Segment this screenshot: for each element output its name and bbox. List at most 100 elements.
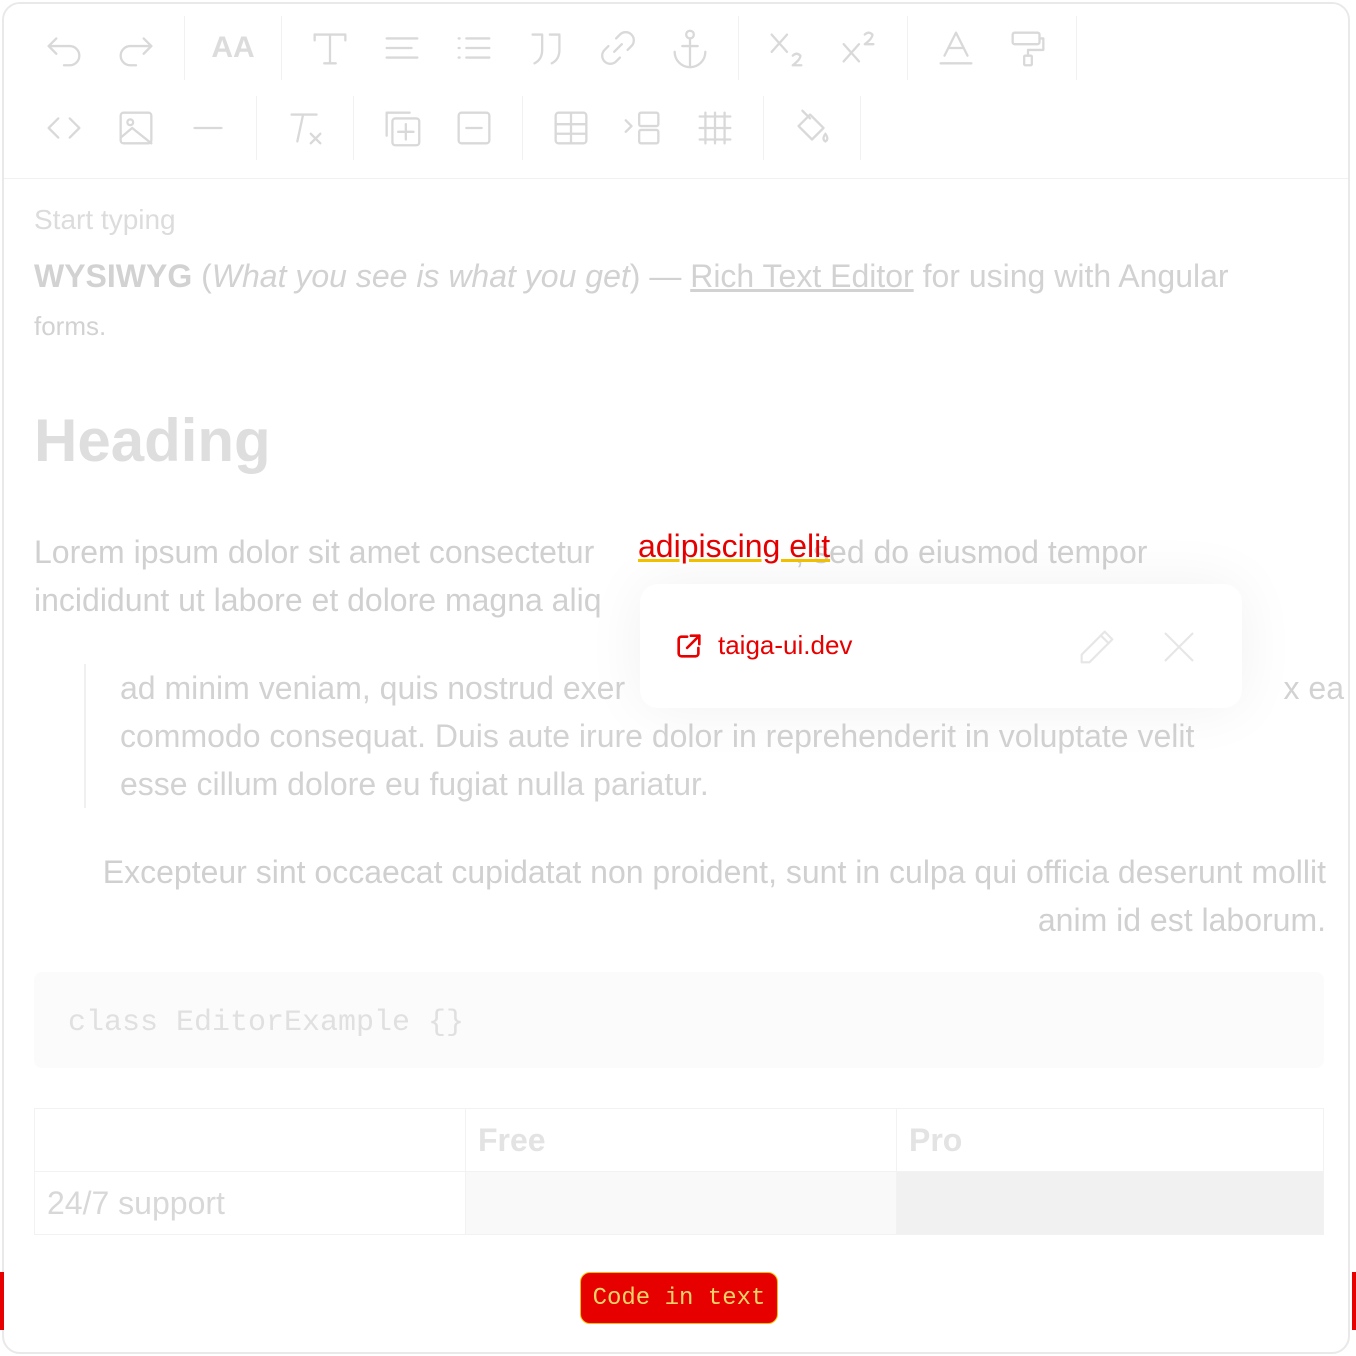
align-button[interactable] [366, 16, 438, 80]
pricing-table: Free Pro 24/7 support [34, 1108, 1324, 1235]
popup-url-text: taiga-ui.dev [718, 630, 853, 660]
text-style-icon [313, 33, 347, 65]
row-insert-icon [624, 111, 660, 145]
table-row: 24/7 support [34, 1171, 1324, 1235]
list-button[interactable] [438, 16, 510, 80]
edge-marker-right [1352, 1272, 1356, 1330]
text-color-icon [939, 31, 973, 65]
toolbar-divider [353, 96, 354, 160]
redo-button[interactable] [100, 16, 172, 80]
table-header-cell [34, 1108, 466, 1172]
para-line2: incididunt ut labore et dolore magna ali… [34, 582, 602, 618]
insert-table-button[interactable] [535, 96, 607, 160]
remove-group-button[interactable] [438, 96, 510, 160]
anchor-icon [673, 29, 707, 69]
column-insert-button[interactable] [679, 96, 751, 160]
edge-marker-left [0, 1272, 4, 1330]
intro-rest: for using with Angular [913, 258, 1229, 294]
intro-paragraph: WYSIWYG (What you see is what you get) —… [34, 252, 1324, 350]
insert-group-button[interactable] [366, 96, 438, 160]
right-aligned-paragraph: Excepteur sint occaecat cupidatat non pr… [102, 854, 1326, 938]
link-icon [601, 31, 635, 65]
minus-square-icon [457, 111, 491, 145]
toolbar-divider [860, 96, 861, 160]
intro-bold: WYSIWYG [34, 258, 193, 294]
code-button[interactable] [28, 96, 100, 160]
toolbar-divider [184, 16, 185, 80]
close-icon [1164, 632, 1194, 662]
font-style-button[interactable] [294, 16, 366, 80]
toolbar-divider [738, 16, 739, 80]
toolbar-row-2 [28, 96, 873, 160]
code-in-text-pill: Code in text [580, 1272, 778, 1324]
horizontal-rule-button[interactable] [172, 96, 244, 160]
table-header-cell: Free [465, 1108, 897, 1172]
undo-icon [47, 37, 81, 67]
popup-url-link[interactable]: taiga-ui.dev [674, 630, 852, 661]
font-size-button[interactable]: AA [197, 16, 269, 80]
intro-link[interactable]: Rich Text Editor [690, 258, 914, 294]
intro-open: ( [192, 258, 212, 294]
clear-format-icon [290, 113, 322, 145]
image-icon [119, 111, 153, 145]
cell-color-button[interactable] [776, 96, 848, 160]
clear-format-button[interactable] [269, 96, 341, 160]
redo-icon [119, 37, 153, 67]
toolbar-divider [1076, 16, 1077, 80]
undo-button[interactable] [28, 16, 100, 80]
toolbar-divider [763, 96, 764, 160]
table-cell [896, 1171, 1324, 1235]
code-icon [47, 117, 81, 139]
font-size-icon: AA [211, 31, 255, 64]
edit-link-button[interactable] [1074, 624, 1120, 670]
code-block-text: class EditorExample {} [68, 1006, 465, 1040]
superscript-icon [842, 31, 875, 63]
link-popup: taiga-ui.dev [640, 584, 1242, 708]
quote-line2: commodo consequat. Duis aute irure dolor… [120, 718, 1195, 754]
list-icon [457, 37, 491, 59]
table-header-cell: Pro [896, 1108, 1324, 1172]
code-block: class EditorExample {} [34, 972, 1324, 1068]
horizontal-rule-icon [193, 126, 223, 130]
blockquote-button[interactable] [510, 16, 582, 80]
toolbar-divider [522, 96, 523, 160]
paint-roller-icon [1011, 31, 1045, 67]
table-header-row: Free Pro [34, 1108, 1324, 1172]
placeholder-text: Start typing [34, 204, 176, 235]
link-button[interactable] [582, 16, 654, 80]
image-button[interactable] [100, 96, 172, 160]
toolbar-divider [256, 96, 257, 160]
table-icon [554, 111, 588, 145]
para-start: Lorem ipsum dolor sit amet consectetur [34, 534, 604, 570]
toolbar: AA [4, 4, 1348, 179]
toolbar-divider [281, 16, 282, 80]
toolbar-row-1: AA [28, 16, 1089, 80]
copy-plus-icon [385, 111, 421, 147]
external-link-icon [677, 633, 701, 658]
subscript-button[interactable] [751, 16, 823, 80]
paint-bucket-icon [797, 109, 829, 143]
intro-italic: What you see is what you get [211, 258, 630, 294]
superscript-button[interactable] [823, 16, 895, 80]
intro-close: ) — [629, 258, 691, 294]
anchor-button[interactable] [654, 16, 726, 80]
subscript-icon [770, 33, 803, 67]
pencil-icon [1080, 630, 1114, 664]
quote-icon [531, 33, 561, 65]
intro-small: forms. [34, 311, 107, 341]
selected-link[interactable]: adipiscing elit [638, 528, 830, 565]
row-insert-button[interactable] [607, 96, 679, 160]
quote-line1-end: x ea [1283, 670, 1344, 706]
text-color-button[interactable] [920, 16, 992, 80]
table-cell: 24/7 support [34, 1171, 466, 1235]
highlight-button[interactable] [992, 16, 1064, 80]
table-cell [465, 1171, 897, 1235]
content-heading: Heading [34, 407, 271, 474]
para-end: , sed do eiusmod tempor [795, 534, 1148, 570]
quote-line1: ad minim veniam, quis nostrud exer [120, 670, 626, 706]
quote-line3: esse cillum dolore eu fugiat nulla paria… [120, 766, 709, 802]
toolbar-divider [907, 16, 908, 80]
align-icon [385, 37, 419, 59]
column-insert-icon [698, 111, 732, 145]
remove-link-button[interactable] [1156, 624, 1202, 670]
